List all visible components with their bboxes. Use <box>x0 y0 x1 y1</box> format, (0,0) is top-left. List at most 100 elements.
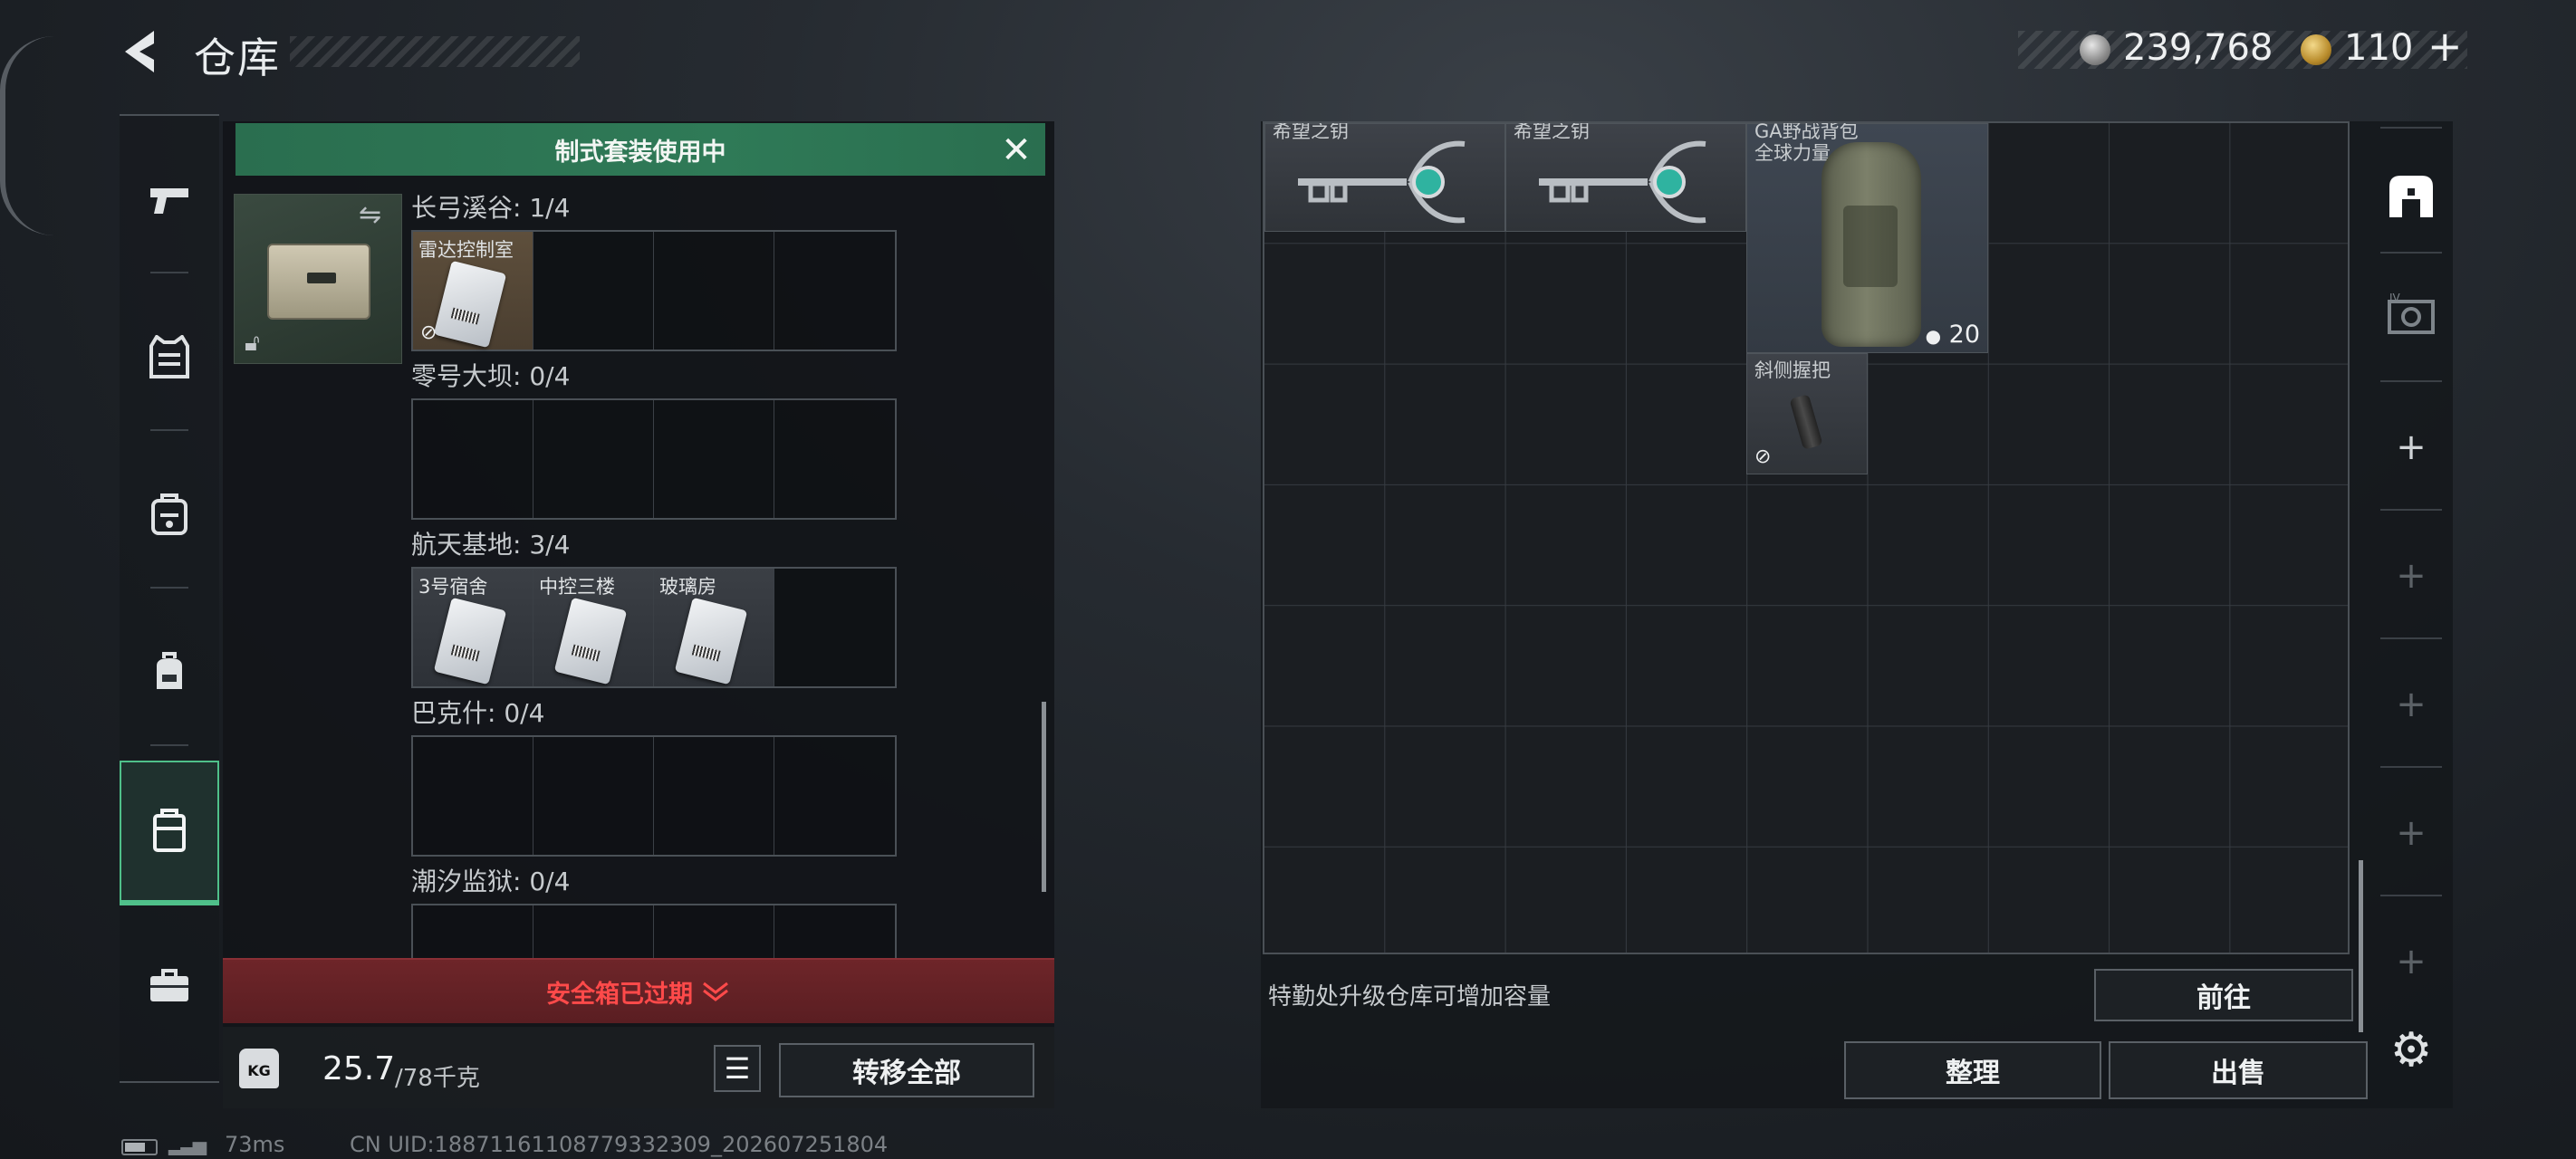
lock-icon: 🔓︎ <box>245 330 260 357</box>
keycard-image <box>553 597 628 685</box>
key-image <box>1539 140 1706 224</box>
swap-icon[interactable]: ⇋ <box>359 199 381 231</box>
currency-balance: 239,768 <box>2123 27 2273 69</box>
gold-coin-icon <box>2301 34 2331 65</box>
category-rail <box>120 114 219 1083</box>
empty-slot[interactable] <box>654 905 774 958</box>
safe-case-icon <box>153 809 186 852</box>
sell-button[interactable]: 出售 <box>2109 1041 2368 1099</box>
no-trade-icon: ⊘ <box>1754 445 1772 468</box>
back-icon[interactable] <box>118 27 163 76</box>
empty-slot[interactable] <box>654 232 774 350</box>
backpack-tab[interactable] <box>120 599 219 744</box>
list-view-button[interactable]: ☰ <box>714 1045 761 1092</box>
key-image <box>1298 140 1466 224</box>
keycard-grid <box>411 735 897 857</box>
battery-icon <box>121 1139 158 1155</box>
sort-button[interactable]: 整理 <box>1844 1041 2101 1099</box>
add-currency-button[interactable]: + <box>2427 22 2463 71</box>
stash-item-key[interactable]: 希望之钥 <box>1505 123 1746 232</box>
weight-small-icon: ● <box>1925 325 1942 347</box>
safe-case-tab[interactable] <box>120 761 219 905</box>
scrollbar[interactable] <box>1042 702 1046 892</box>
add-tab-button[interactable]: + <box>2380 674 2442 735</box>
user-uid: CN UID:18871161108779332309_202607251804 <box>350 1132 889 1157</box>
capacity-count: ● 20 <box>1925 321 1980 349</box>
rig-tab[interactable] <box>120 442 219 587</box>
empty-slot[interactable] <box>533 232 654 350</box>
tab-main-stash[interactable] <box>2380 165 2442 226</box>
chest-rig-icon <box>151 493 187 535</box>
empty-slot[interactable] <box>774 400 895 518</box>
stash-upgrade-hint: 特勤处升级仓库可增加容量 <box>1268 983 1552 1011</box>
keycard-image <box>674 597 748 685</box>
section-label: 航天基地: 3/4 <box>411 530 571 560</box>
backpack-icon <box>157 652 182 689</box>
safebox-status: 安全箱已过期 <box>546 980 693 1009</box>
keycard-slot[interactable]: 中控三楼 <box>533 569 654 686</box>
stash-item-key[interactable]: 希望之钥 <box>1264 123 1505 232</box>
chevron-down-icon <box>703 982 728 1001</box>
add-tab-button[interactable]: + <box>2380 417 2442 478</box>
empty-slot[interactable] <box>654 400 774 518</box>
keycard-slot[interactable]: 玻璃房 <box>654 569 774 686</box>
pistol-icon <box>150 188 188 214</box>
armor-vest-icon <box>149 335 189 378</box>
scrollbar[interactable] <box>2359 860 2363 1032</box>
ping-value: 73ms <box>225 1132 285 1157</box>
no-trade-icon: ⊘ <box>420 321 437 344</box>
empty-slot[interactable] <box>413 400 533 518</box>
close-icon[interactable]: ✕ <box>996 130 1036 170</box>
empty-slot[interactable] <box>413 905 533 958</box>
stash-item-grip[interactable]: 斜侧握把 ⊘ <box>1746 353 1868 474</box>
silver-coin-icon <box>2080 34 2110 65</box>
empty-slot[interactable] <box>533 737 654 855</box>
keycard-grid: 雷达控制室 ⊘ <box>411 230 897 351</box>
add-tab-button[interactable]: + <box>2380 931 2442 992</box>
signal-icon: ▂▃▅ <box>168 1134 207 1155</box>
empty-slot[interactable] <box>654 737 774 855</box>
section-label: 长弓溪谷: 1/4 <box>411 193 571 223</box>
empty-slot[interactable] <box>774 737 895 855</box>
transfer-all-button[interactable]: 转移全部 <box>779 1043 1034 1097</box>
title-decoration <box>290 36 580 67</box>
goto-button[interactable]: 前往 <box>2094 969 2353 1021</box>
keycard-slot[interactable]: 3号宿舍 <box>413 569 533 686</box>
stash-item-backpack[interactable]: GA野战背包 全球力量 ● 20 <box>1746 123 1988 353</box>
toolbox-tab[interactable] <box>120 913 219 1058</box>
loadout-banner: 制式套装使用中 <box>235 123 1045 176</box>
keycard-slot[interactable]: 雷达控制室 ⊘ <box>413 232 533 350</box>
add-tab-button[interactable]: + <box>2380 545 2442 607</box>
weight-capacity: /78千克 <box>395 1065 480 1092</box>
empty-slot[interactable] <box>533 905 654 958</box>
stash-home-icon <box>2389 176 2433 217</box>
empty-slot[interactable] <box>774 232 895 350</box>
keycard-grid: 3号宿舍 中控三楼 玻璃房 <box>411 567 897 688</box>
backpack-image <box>1821 142 1921 347</box>
grip-image <box>1789 394 1823 450</box>
key-card-list[interactable]: 长弓溪谷: 1/4 雷达控制室 ⊘ 零号大坝: 0/4 航天基地: 3/4 3号… <box>404 187 1038 958</box>
collection-icon: IV <box>2388 292 2435 334</box>
empty-slot[interactable] <box>533 400 654 518</box>
weight-value: 25.7 <box>322 1050 396 1087</box>
stash-tab-rail: IV + + + + + <box>2380 127 2442 982</box>
keycard-image <box>433 260 507 349</box>
premium-currency-balance: 110 <box>2344 27 2414 69</box>
keycard-grid <box>411 904 897 958</box>
stash-grid[interactable]: 希望之钥 希望之钥 GA野战背包 全球力量 ● 20 斜侧握把 ⊘ <box>1263 121 2350 954</box>
section-label: 零号大坝: 0/4 <box>411 361 571 391</box>
edge-decoration <box>0 36 60 235</box>
page-title: 仓库 <box>194 34 281 82</box>
add-tab-button[interactable]: + <box>2380 802 2442 864</box>
empty-slot[interactable] <box>774 569 895 686</box>
empty-slot[interactable] <box>774 905 895 958</box>
weapon-tab[interactable] <box>120 127 219 272</box>
section-label: 潮汐监狱: 0/4 <box>411 867 571 896</box>
safebox-expired-bar[interactable]: 安全箱已过期 <box>223 958 1054 1023</box>
empty-slot[interactable] <box>413 737 533 855</box>
tab-collection[interactable]: IV <box>2380 286 2442 348</box>
toolbox-icon <box>150 969 188 1001</box>
weight-icon: KG <box>239 1049 279 1088</box>
armor-tab[interactable] <box>120 284 219 429</box>
gear-icon[interactable]: ⚙ <box>2386 1025 2437 1076</box>
